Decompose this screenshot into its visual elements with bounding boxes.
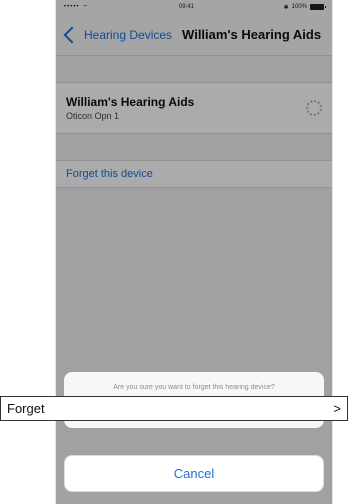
- action-sheet-message: Are you sure you want to forget this hea…: [113, 384, 275, 391]
- phone-frame: ••••• ⌔ 09:41 ✱ 100% Hearing Devices Wil…: [55, 0, 333, 504]
- modal-overlay: [56, 0, 332, 504]
- forget-action-label: Forget: [7, 401, 45, 416]
- chevron-right-icon: >: [333, 401, 341, 416]
- forget-action-row[interactable]: Forget >: [0, 396, 348, 421]
- cancel-button[interactable]: Cancel: [64, 455, 324, 492]
- settings-screen: ••••• ⌔ 09:41 ✱ 100% Hearing Devices Wil…: [56, 0, 332, 504]
